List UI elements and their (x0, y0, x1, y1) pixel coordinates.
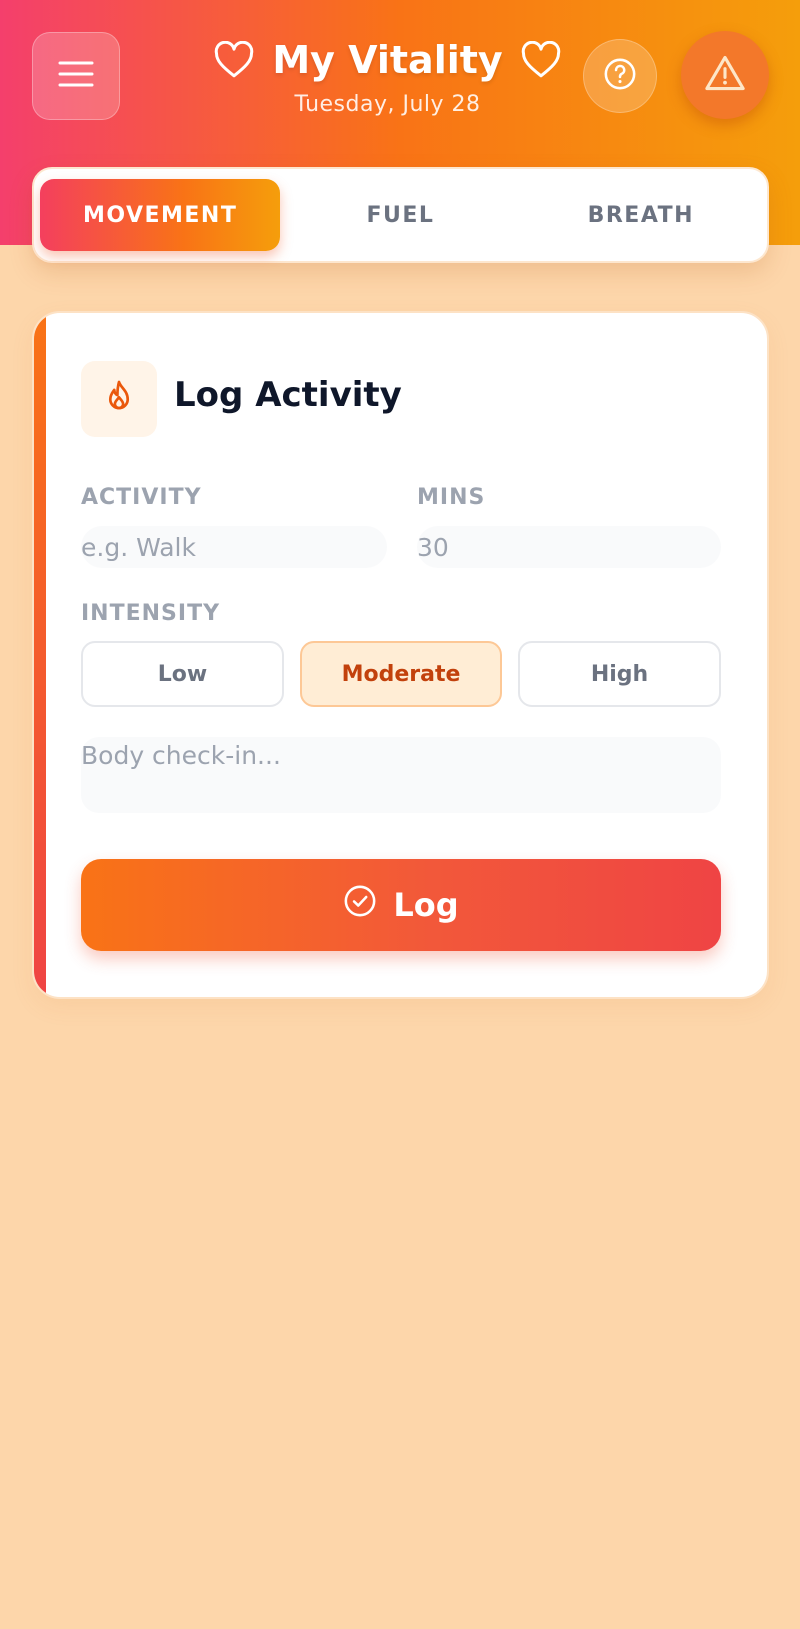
card-title: Log Activity (174, 375, 402, 415)
heart-icon (521, 41, 561, 79)
warning-triangle-icon (704, 54, 746, 96)
mins-input[interactable] (417, 526, 721, 568)
body-check-in-input[interactable] (81, 737, 721, 813)
section-tabs: MOVEMENT FUEL BREATH (32, 167, 769, 263)
hamburger-menu-icon (58, 60, 94, 92)
tab-breath[interactable]: BREATH (521, 179, 761, 251)
log-button-label: Log (393, 886, 459, 924)
card-icon-tile (81, 361, 157, 437)
menu-button[interactable] (32, 32, 120, 120)
card-accent-bar (34, 313, 46, 997)
mins-label: MINS (417, 485, 486, 510)
alert-button[interactable] (681, 31, 769, 119)
activity-label: ACTIVITY (81, 485, 202, 510)
header-title-block: My Vitality Tuesday, July 28 (180, 30, 595, 117)
check-circle-icon (343, 884, 377, 926)
intensity-moderate-button[interactable]: Moderate (300, 641, 502, 707)
question-circle-icon (603, 57, 637, 95)
heart-icon (214, 41, 254, 79)
intensity-low-button[interactable]: Low (81, 641, 284, 707)
intensity-label: INTENSITY (81, 601, 221, 626)
tab-movement[interactable]: MOVEMENT (40, 179, 281, 251)
help-button[interactable] (583, 39, 657, 113)
log-button[interactable]: Log (81, 859, 721, 951)
header-date: Tuesday, July 28 (294, 92, 481, 117)
log-activity-card: Log Activity ACTIVITY MINS INTENSITY Low… (32, 311, 769, 999)
flame-icon (100, 378, 138, 420)
intensity-high-button[interactable]: High (518, 641, 721, 707)
tab-fuel[interactable]: FUEL (280, 179, 520, 251)
activity-input[interactable] (81, 526, 387, 568)
page-title: My Vitality (272, 38, 503, 82)
